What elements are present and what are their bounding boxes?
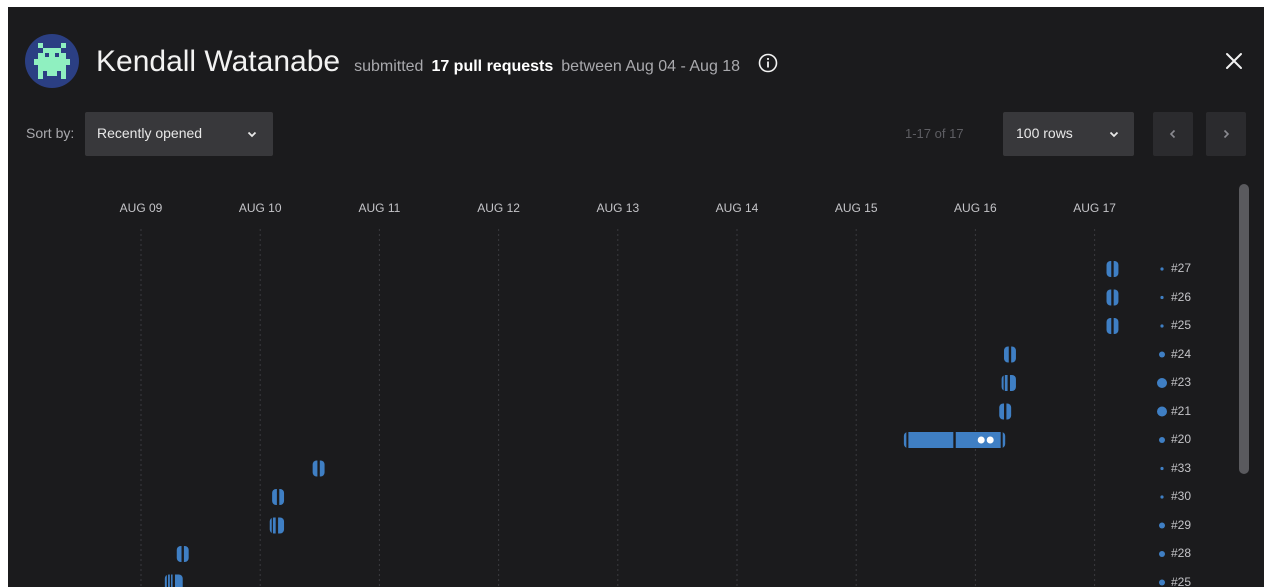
- date-label: AUG 10: [238, 201, 282, 215]
- info-icon[interactable]: [758, 53, 778, 73]
- submitted-text: submitted: [354, 58, 424, 75]
- toolbar: Sort by: Recently opened 1-17 of 17 100 …: [8, 112, 1264, 156]
- pr-number-label[interactable]: #28: [1171, 546, 1191, 560]
- pr-number-label[interactable]: #30: [1171, 489, 1191, 503]
- pr-bar[interactable]: [272, 489, 285, 505]
- pr-size-dot: [1159, 437, 1165, 443]
- pr-bar[interactable]: [1106, 261, 1119, 277]
- scrollbar-thumb[interactable]: [1239, 184, 1249, 474]
- pr-timeline: AUG 09 AUG 10 AUG 11 AUG 12 AUG 13 AUG 14 AUG …: [8, 187, 1264, 587]
- pr-number-label[interactable]: #24: [1171, 347, 1191, 361]
- pr-number-label[interactable]: #26: [1171, 290, 1191, 304]
- pr-number-label[interactable]: #23: [1171, 375, 1191, 389]
- pr-size-dot: [1159, 551, 1165, 557]
- pr-bar[interactable]: [176, 546, 189, 562]
- sort-label: Sort by:: [26, 125, 75, 141]
- prev-page-button[interactable]: [1153, 112, 1193, 156]
- pr-size-dot: [1160, 295, 1164, 300]
- timeline-canvas: [140, 229, 1167, 587]
- pr-size-dot: [1157, 378, 1167, 388]
- date-label: AUG 15: [834, 201, 878, 215]
- date-label: AUG 17: [1073, 201, 1116, 215]
- pr-number-label[interactable]: #21: [1171, 404, 1191, 418]
- date-label: AUG 09: [119, 201, 163, 215]
- sort-select[interactable]: Recently opened: [85, 112, 273, 156]
- pagination-text: 1-17 of 17: [905, 126, 964, 141]
- pr-size-dot: [1157, 406, 1167, 417]
- scrollbar[interactable]: [1238, 184, 1250, 587]
- pr-number-label[interactable]: #33: [1171, 461, 1191, 475]
- pr-number-label[interactable]: #25: [1171, 318, 1191, 332]
- date-label: AUG 14: [715, 201, 759, 215]
- pr-number-label[interactable]: #27: [1171, 261, 1191, 275]
- pr-size-dot: [1159, 522, 1165, 529]
- chevron-left-icon: [1169, 129, 1176, 139]
- pr-bar[interactable]: [903, 432, 1006, 448]
- next-page-button[interactable]: [1206, 112, 1246, 156]
- pr-number-label[interactable]: #29: [1171, 518, 1191, 532]
- pr-count: 17 pull requests: [431, 58, 554, 75]
- pr-size-dot: [1160, 324, 1164, 328]
- pr-bar[interactable]: [312, 460, 325, 477]
- date-range: between Aug 04 - Aug 18: [561, 58, 741, 75]
- avatar: [25, 34, 79, 88]
- title-row: Kendall Watanabe submitted 17 pull reque…: [96, 45, 778, 85]
- pr-number-label[interactable]: #20: [1171, 432, 1191, 446]
- chevron-down-icon: [247, 131, 257, 138]
- date-label: AUG 11: [358, 201, 401, 215]
- pr-bar[interactable]: [1106, 289, 1119, 306]
- pr-size-dot: [1159, 579, 1165, 586]
- modal-header: Kendall Watanabe submitted 17 pull reque…: [8, 7, 1264, 107]
- avatar-icon: [34, 43, 70, 79]
- pr-size-dot: [1159, 351, 1165, 358]
- pr-bar[interactable]: [164, 574, 183, 587]
- pr-number-label[interactable]: #25: [1171, 575, 1191, 587]
- rows-value: 100 rows: [1016, 125, 1073, 141]
- pr-size-dot: [1160, 466, 1164, 471]
- pr-bar[interactable]: [269, 517, 285, 534]
- date-label: AUG 12: [477, 201, 520, 215]
- pr-size-dot: [1160, 267, 1164, 271]
- pr-timeline-modal: Kendall Watanabe submitted 17 pull reque…: [8, 7, 1264, 587]
- pr-bar[interactable]: [1106, 318, 1119, 334]
- pr-bar[interactable]: [999, 403, 1012, 420]
- pr-bar[interactable]: [1001, 375, 1016, 391]
- pr-size-dot: [1160, 495, 1164, 499]
- rows-per-page-select[interactable]: 100 rows: [1003, 112, 1134, 156]
- chevron-down-icon: [1109, 131, 1119, 138]
- user-name: Kendall Watanabe: [96, 45, 341, 78]
- date-label: AUG 16: [954, 201, 997, 215]
- date-label: AUG 13: [596, 201, 640, 215]
- pr-bar[interactable]: [1004, 346, 1016, 363]
- chevron-right-icon: [1223, 129, 1230, 139]
- close-icon[interactable]: [1222, 49, 1246, 73]
- sort-value: Recently opened: [97, 125, 203, 141]
